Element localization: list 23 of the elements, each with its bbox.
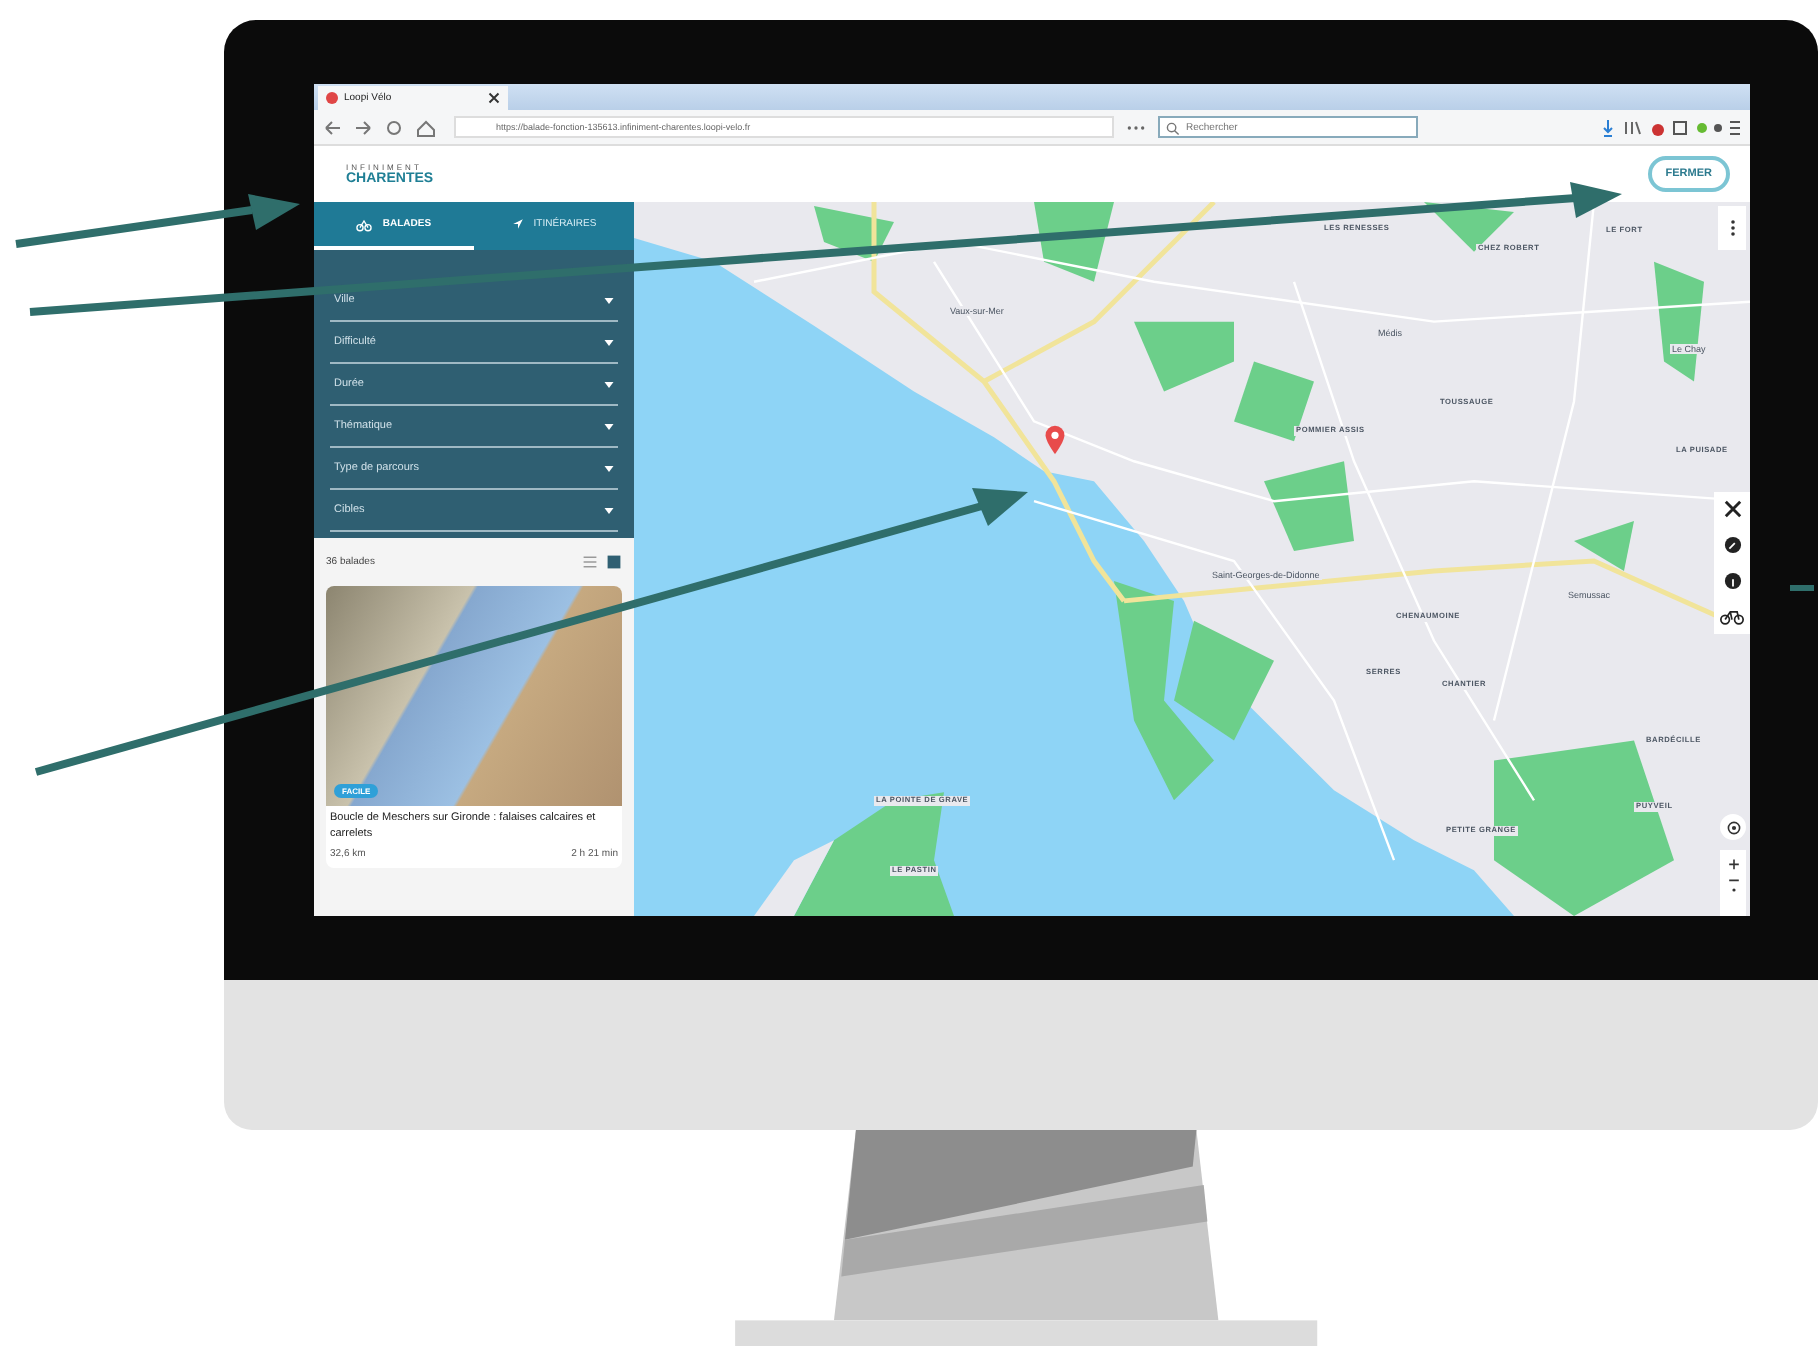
caret-icon	[604, 297, 614, 303]
caret-icon	[604, 339, 614, 345]
caret-icon	[604, 423, 614, 429]
info-icon[interactable]	[1723, 572, 1741, 590]
target-icon	[1725, 819, 1741, 835]
zoom-control[interactable]	[1720, 850, 1746, 916]
more-icon[interactable]	[1126, 123, 1146, 131]
more-icon	[1729, 218, 1735, 238]
bicycle-icon	[356, 217, 373, 231]
caret-icon	[604, 465, 614, 471]
location-pin-icon[interactable]	[1044, 424, 1066, 456]
extension-icons-drawing[interactable]	[1602, 117, 1742, 137]
send-icon	[511, 218, 524, 230]
caret-icon	[604, 381, 614, 387]
grid-view-icon[interactable]	[606, 554, 622, 570]
close-icon[interactable]	[488, 92, 500, 104]
favicon-icon	[326, 92, 338, 104]
search-icon	[1166, 122, 1180, 136]
list-view-icon[interactable]	[582, 554, 598, 570]
bicycle-icon[interactable]	[1720, 608, 1744, 626]
map-menu-button[interactable]	[1718, 206, 1746, 250]
plus-minus-icon	[1725, 856, 1741, 892]
caret-icon	[604, 507, 614, 513]
